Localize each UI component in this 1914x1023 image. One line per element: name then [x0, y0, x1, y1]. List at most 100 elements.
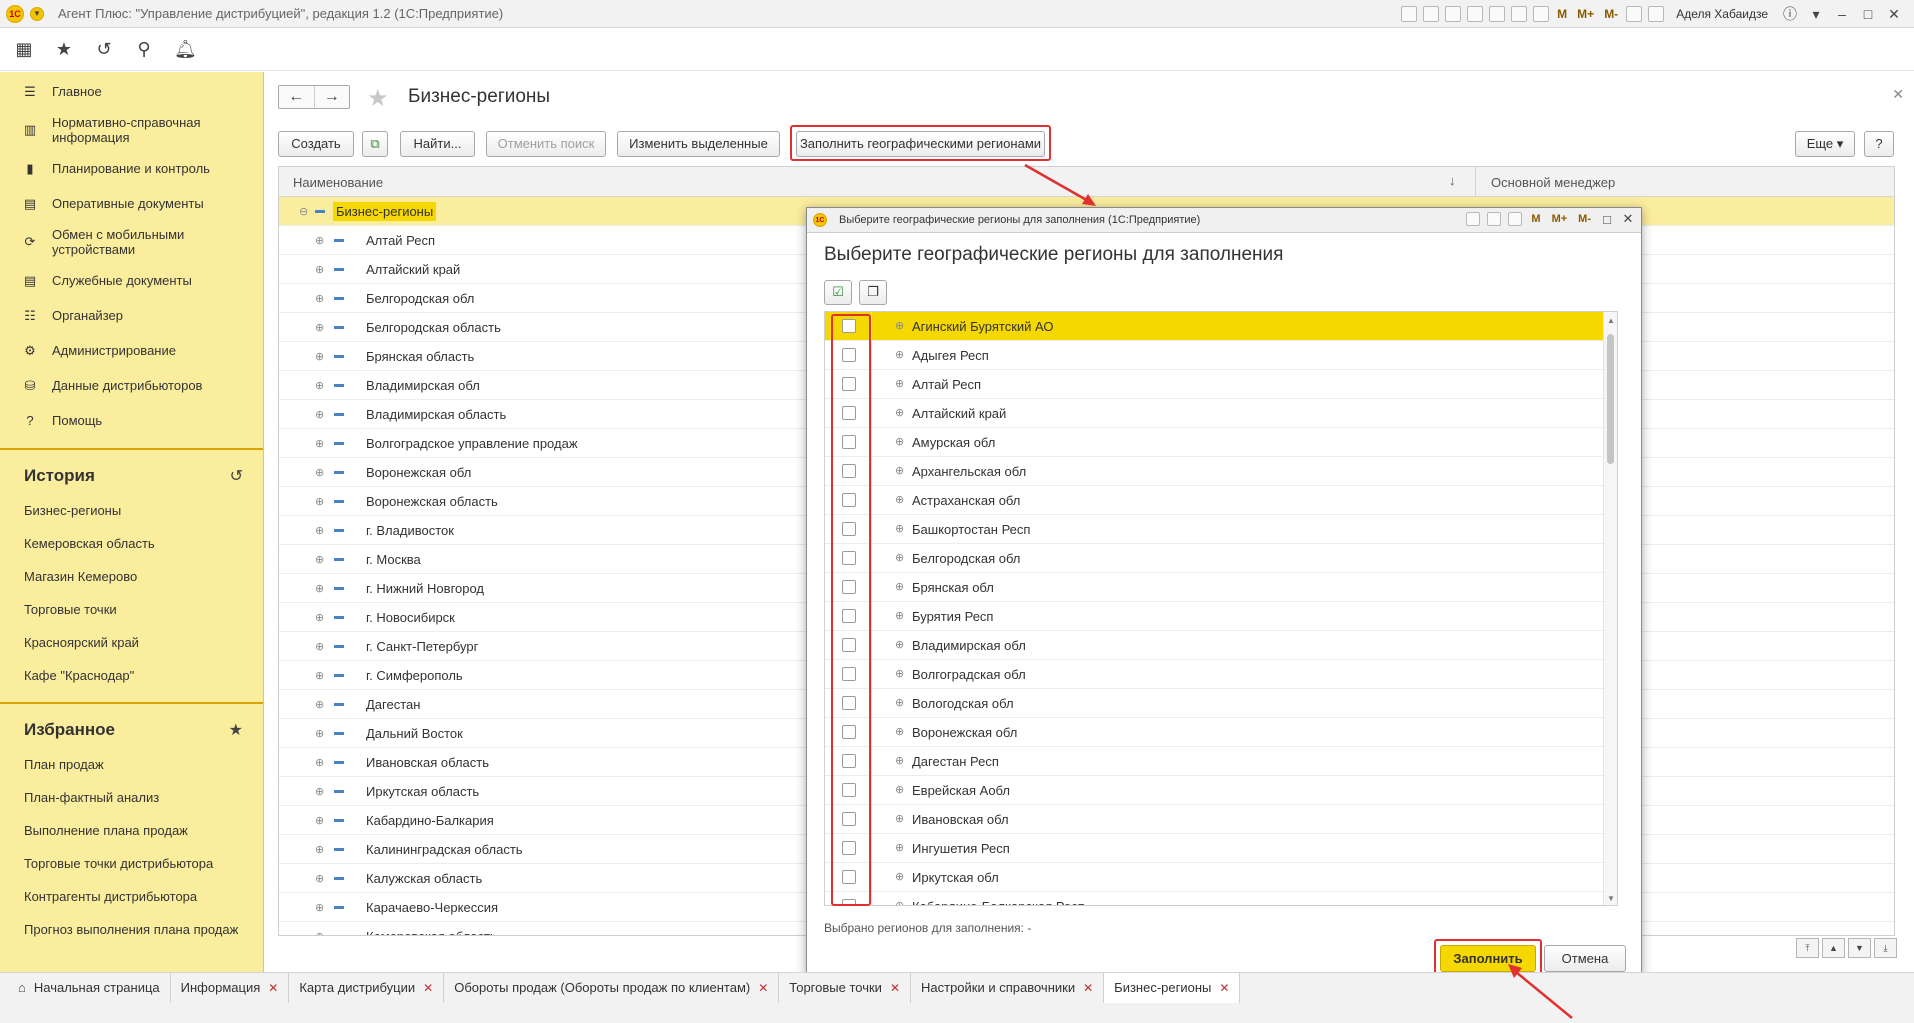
expand-icon[interactable]: ⊕: [895, 348, 904, 361]
panels-icon[interactable]: [1648, 6, 1665, 22]
expand-icon[interactable]: ⊕: [315, 727, 324, 740]
expand-icon[interactable]: ⊕: [895, 812, 904, 825]
history-icon[interactable]: ↺: [94, 39, 114, 60]
expand-icon[interactable]: ⊕: [315, 814, 324, 827]
expand-icon[interactable]: ⊕: [315, 756, 324, 769]
region-list-item[interactable]: ⊕ Алтай Респ: [825, 370, 1617, 399]
region-list-item[interactable]: ⊕ Ингушетия Респ: [825, 834, 1617, 863]
region-list-item[interactable]: ⊕ Еврейская Аобл: [825, 776, 1617, 805]
search-icon[interactable]: ⚲: [134, 39, 154, 60]
expand-icon[interactable]: ⊕: [315, 669, 324, 682]
close-form-icon[interactable]: ✕: [1892, 86, 1904, 103]
print-icon[interactable]: [1466, 212, 1481, 226]
history-item[interactable]: Кемеровская область: [0, 527, 263, 560]
expand-icon[interactable]: ⊕: [895, 319, 904, 332]
help-button[interactable]: ?: [1864, 131, 1894, 157]
window-tab[interactable]: Карта дистрибуции ✕: [289, 973, 445, 1003]
list-scrollbar[interactable]: ▲ ▼: [1603, 312, 1617, 905]
expand-icon[interactable]: ⊕: [895, 754, 904, 767]
find-button[interactable]: Найти...: [400, 131, 475, 157]
expand-icon[interactable]: ⊕: [315, 495, 324, 508]
window-tab[interactable]: Информация ✕: [171, 973, 290, 1003]
region-list-item[interactable]: ⊕ Адыгея Респ: [825, 341, 1617, 370]
history-item[interactable]: Торговые точки: [0, 593, 263, 626]
sidebar-item-operative-docs[interactable]: ▤ Оперативные документы: [0, 186, 263, 221]
print-icon[interactable]: [1423, 6, 1440, 22]
region-list-item[interactable]: ⊕ Амурская обл: [825, 428, 1617, 457]
edit-selected-button[interactable]: Изменить выделенные: [617, 131, 780, 157]
upload-icon[interactable]: [1467, 6, 1484, 22]
region-list-item[interactable]: ⊕ Архангельская обл: [825, 457, 1617, 486]
expand-icon[interactable]: ⊕: [315, 437, 324, 450]
expand-icon[interactable]: ⊕: [315, 466, 324, 479]
window-tab[interactable]: Настройки и справочники ✕: [911, 973, 1105, 1003]
expand-icon[interactable]: ⊕: [315, 872, 324, 885]
expand-icon[interactable]: ⊕: [315, 350, 324, 363]
close-tab-icon[interactable]: ✕: [758, 973, 768, 1003]
expand-icon[interactable]: ⊕: [895, 899, 904, 905]
expand-icon[interactable]: ⊕: [315, 408, 324, 421]
maximize-icon[interactable]: □: [1600, 212, 1614, 227]
favorite-item[interactable]: План-фактный анализ: [0, 781, 263, 814]
scroll-down-icon[interactable]: ▼: [1848, 938, 1871, 958]
scroll-bottom-icon[interactable]: ⤓: [1874, 938, 1897, 958]
calculator-icon[interactable]: [1511, 6, 1528, 22]
memory-plus-button[interactable]: M+: [1550, 213, 1570, 225]
column-header-name[interactable]: Наименование: [293, 175, 383, 190]
favorite-item[interactable]: Контрагенты дистрибьютора: [0, 880, 263, 913]
window-tab[interactable]: Обороты продаж (Обороты продаж по клиент…: [444, 973, 780, 1003]
check-all-button[interactable]: ☑: [824, 280, 852, 305]
expand-icon[interactable]: ⊕: [315, 698, 324, 711]
expand-icon[interactable]: ⊕: [895, 406, 904, 419]
cancel-search-button[interactable]: Отменить поиск: [486, 131, 606, 157]
minimize-icon[interactable]: –: [1832, 6, 1852, 22]
scroll-up-icon[interactable]: ▲: [1822, 938, 1845, 958]
expand-icon[interactable]: ⊕: [315, 582, 324, 595]
region-list-item[interactable]: ⊕ Бурятия Респ: [825, 602, 1617, 631]
expand-icon[interactable]: ⊕: [315, 930, 324, 936]
favorite-item[interactable]: Прогноз выполнения плана продаж: [0, 913, 263, 946]
favorite-item[interactable]: Выполнение плана продаж: [0, 814, 263, 847]
favorite-item[interactable]: План продаж: [0, 748, 263, 781]
expand-icon[interactable]: ⊕: [315, 263, 324, 276]
region-list-item[interactable]: ⊕ Белгородская обл: [825, 544, 1617, 573]
mail-icon[interactable]: [1489, 6, 1506, 22]
expand-icon[interactable]: ⊕: [315, 843, 324, 856]
copy-button[interactable]: ⧉: [362, 131, 388, 157]
close-icon[interactable]: ✕: [1884, 6, 1904, 23]
memory-button[interactable]: M: [1529, 213, 1542, 225]
expand-icon[interactable]: ⊕: [315, 553, 324, 566]
fill-button[interactable]: Заполнить: [1440, 945, 1536, 972]
collapse-icon[interactable]: ⊖: [299, 205, 308, 218]
sidebar-item-reference[interactable]: ▥ Нормативно-справочная информация: [0, 109, 263, 151]
history-item[interactable]: Магазин Кемерово: [0, 560, 263, 593]
expand-icon[interactable]: ⊕: [895, 493, 904, 506]
expand-icon[interactable]: ⊕: [895, 783, 904, 796]
history-item[interactable]: Красноярский край: [0, 626, 263, 659]
maximize-icon[interactable]: □: [1858, 6, 1878, 22]
memory-minus-button[interactable]: M-: [1576, 213, 1593, 225]
calendar-icon[interactable]: [1508, 212, 1523, 226]
window-tab[interactable]: ⌂ Начальная страница: [0, 973, 171, 1003]
sidebar-item-distributor-data[interactable]: ⛁ Данные дистрибьюторов: [0, 368, 263, 403]
region-list-item[interactable]: ⊕ Астраханская обл: [825, 486, 1617, 515]
sidebar-item-main[interactable]: ☰ Главное: [0, 74, 263, 109]
region-list-item[interactable]: ⊕ Кабардино-Балкарская Респ: [825, 892, 1617, 905]
expand-icon[interactable]: ⊕: [315, 785, 324, 798]
save-icon[interactable]: [1401, 6, 1418, 22]
favorite-item[interactable]: Торговые точки дистрибьютора: [0, 847, 263, 880]
expand-icon[interactable]: ⊕: [895, 522, 904, 535]
close-icon[interactable]: ✕: [1621, 211, 1635, 227]
expand-icon[interactable]: ⊕: [315, 524, 324, 537]
sidebar-item-organizer[interactable]: ☷ Органайзер: [0, 298, 263, 333]
expand-icon[interactable]: ⊕: [895, 435, 904, 448]
expand-icon[interactable]: ⊕: [895, 464, 904, 477]
link-icon[interactable]: [1445, 6, 1462, 22]
expand-icon[interactable]: ⊕: [895, 725, 904, 738]
back-arrow-icon[interactable]: ←: [279, 86, 315, 108]
star-icon[interactable]: ★: [229, 720, 243, 740]
add-favorite-star-icon[interactable]: ★: [367, 84, 389, 113]
region-list-item[interactable]: ⊕ Агинский Бурятский АО: [825, 312, 1617, 341]
region-list-item[interactable]: ⊕ Дагестан Респ: [825, 747, 1617, 776]
calendar-icon[interactable]: [1533, 6, 1550, 22]
